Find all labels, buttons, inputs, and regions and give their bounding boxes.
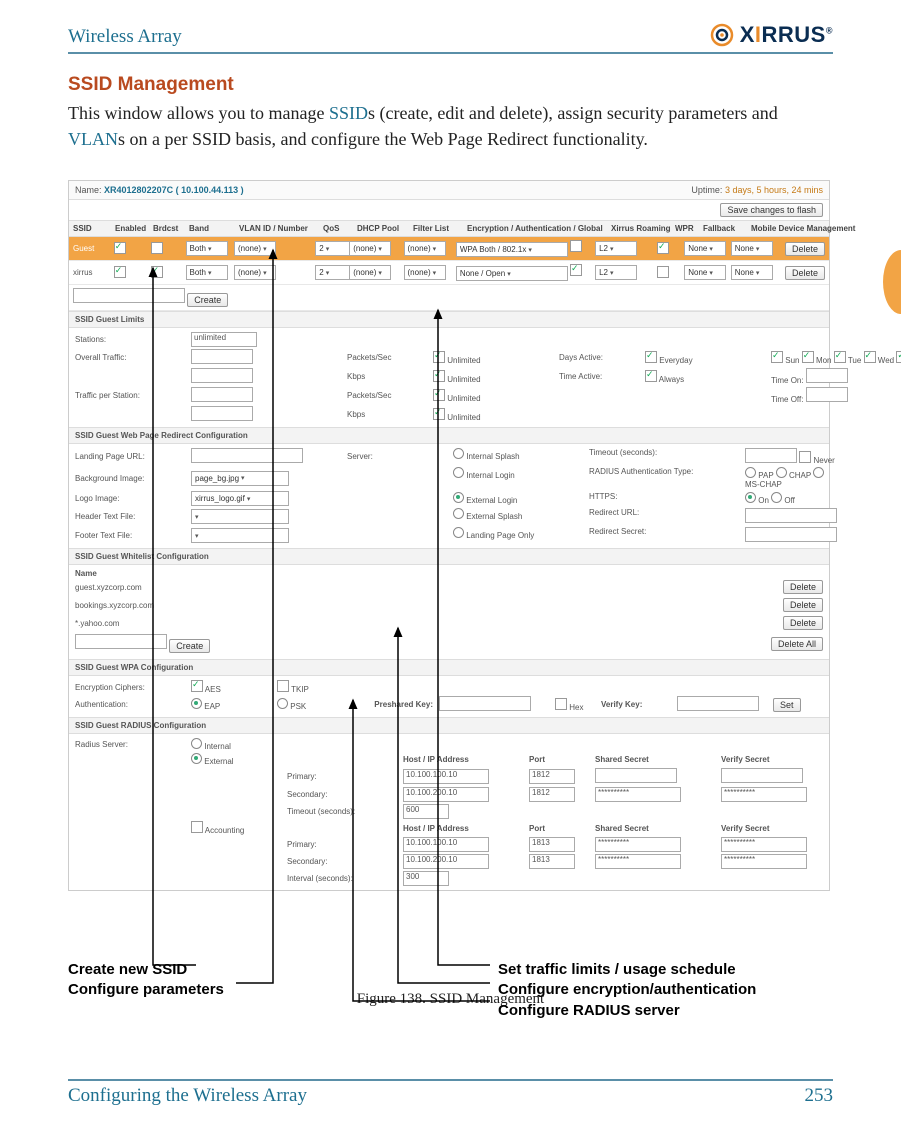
ssid-row-new: Create bbox=[69, 285, 829, 311]
page-footer: Configuring the Wireless Array 253 bbox=[68, 1079, 833, 1107]
create-button[interactable]: Create bbox=[169, 639, 210, 653]
whitelist-input[interactable] bbox=[75, 634, 167, 649]
whitelist-heading: SSID Guest Whitelist Configuration bbox=[69, 548, 829, 565]
select-roaming[interactable]: L2 bbox=[595, 241, 637, 256]
figure-wrap: Name: XR4012802207C ( 10.100.44.113 ) Up… bbox=[68, 180, 833, 1008]
uptime-value: 3 days, 5 hours, 24 mins bbox=[725, 185, 823, 195]
callout-traffic-limits: Set traffic limits / usage schedule bbox=[498, 960, 756, 980]
whitelist-entry: guest.xyzcorp.com bbox=[75, 583, 142, 592]
save-button[interactable]: Save changes to flash bbox=[720, 203, 823, 217]
stations-input[interactable]: unlimited bbox=[191, 332, 257, 347]
section-paragraph: This window allows you to manage SSIDs (… bbox=[68, 100, 833, 152]
footer-page-number: 253 bbox=[805, 1085, 834, 1107]
select-vlan[interactable]: (none) bbox=[234, 241, 276, 256]
limits-heading: SSID Guest Limits bbox=[69, 311, 829, 328]
delete-all-button[interactable]: Delete All bbox=[771, 637, 823, 651]
psk-input[interactable] bbox=[439, 696, 531, 711]
checkbox-enabled[interactable] bbox=[114, 242, 126, 254]
new-ssid-input[interactable] bbox=[73, 288, 185, 303]
ssid-row-guest[interactable]: Guest Both (none) 2 (none) (none) WPA Bo… bbox=[69, 237, 829, 261]
wpr-heading: SSID Guest Web Page Redirect Configurati… bbox=[69, 427, 829, 444]
section-heading: SSID Management bbox=[68, 74, 833, 96]
footer-section: Configuring the Wireless Array bbox=[68, 1085, 307, 1107]
select-dhcp[interactable]: (none) bbox=[349, 241, 391, 256]
bg-select[interactable]: page_bg.jpg bbox=[191, 471, 289, 486]
select-fallback[interactable]: None bbox=[684, 241, 726, 256]
device-name: XR4012802207C ( 10.100.44.113 ) bbox=[104, 185, 244, 195]
logo-select[interactable]: xirrus_logo.gif bbox=[191, 491, 289, 506]
ssid-row-xirrus[interactable]: xirrus Both (none) 2 (none) (none) None … bbox=[69, 261, 829, 285]
whitelist-entry: bookings.xyzcorp.com bbox=[75, 601, 154, 610]
callout-create-ssid: Create new SSID bbox=[68, 960, 224, 980]
select-band[interactable]: Both bbox=[186, 241, 228, 256]
link-ssid[interactable]: SSID bbox=[329, 103, 368, 123]
ssid-table-header: SSID Enabled Brdcst Band VLAN ID / Numbe… bbox=[69, 221, 829, 237]
radius-heading: SSID Guest RADIUS Configuration bbox=[69, 717, 829, 734]
checkbox-brdcst[interactable] bbox=[151, 242, 163, 254]
delete-button[interactable]: Delete bbox=[785, 242, 825, 256]
section-tab bbox=[883, 250, 901, 314]
link-vlan[interactable]: VLAN bbox=[68, 129, 118, 149]
callouts-right: Set traffic limits / usage schedule Conf… bbox=[498, 960, 756, 1021]
select-mdm[interactable]: None bbox=[731, 241, 773, 256]
checkbox-wpr[interactable] bbox=[657, 242, 669, 254]
landing-url-input[interactable] bbox=[191, 448, 303, 463]
delete-button[interactable]: Delete bbox=[783, 580, 823, 594]
screenshot: Name: XR4012802207C ( 10.100.44.113 ) Up… bbox=[68, 180, 830, 891]
create-button[interactable]: Create bbox=[187, 293, 228, 307]
callout-configure-params: Configure parameters bbox=[68, 980, 224, 1000]
whitelist-entry: *.yahoo.com bbox=[75, 619, 119, 628]
verify-key-input[interactable] bbox=[677, 696, 759, 711]
callout-radius: Configure RADIUS server bbox=[498, 1001, 756, 1021]
select-encryption[interactable]: WPA Both / 802.1x bbox=[456, 242, 568, 257]
set-button[interactable]: Set bbox=[773, 698, 801, 712]
callout-encryption: Configure encryption/authentication bbox=[498, 980, 756, 1000]
select-filter[interactable]: (none) bbox=[404, 241, 446, 256]
brand-logo: XIRRUS® bbox=[710, 22, 833, 48]
xirrus-mark-icon bbox=[710, 23, 734, 47]
callouts-left: Create new SSID Configure parameters bbox=[68, 960, 224, 1001]
brand-wordmark: XIRRUS® bbox=[740, 22, 833, 48]
wpa-heading: SSID Guest WPA Configuration bbox=[69, 659, 829, 676]
delete-button[interactable]: Delete bbox=[785, 266, 825, 280]
page-header: Wireless Array XIRRUS® bbox=[68, 22, 833, 54]
header-title: Wireless Array bbox=[68, 26, 182, 48]
delete-button[interactable]: Delete bbox=[783, 616, 823, 630]
delete-button[interactable]: Delete bbox=[783, 598, 823, 612]
